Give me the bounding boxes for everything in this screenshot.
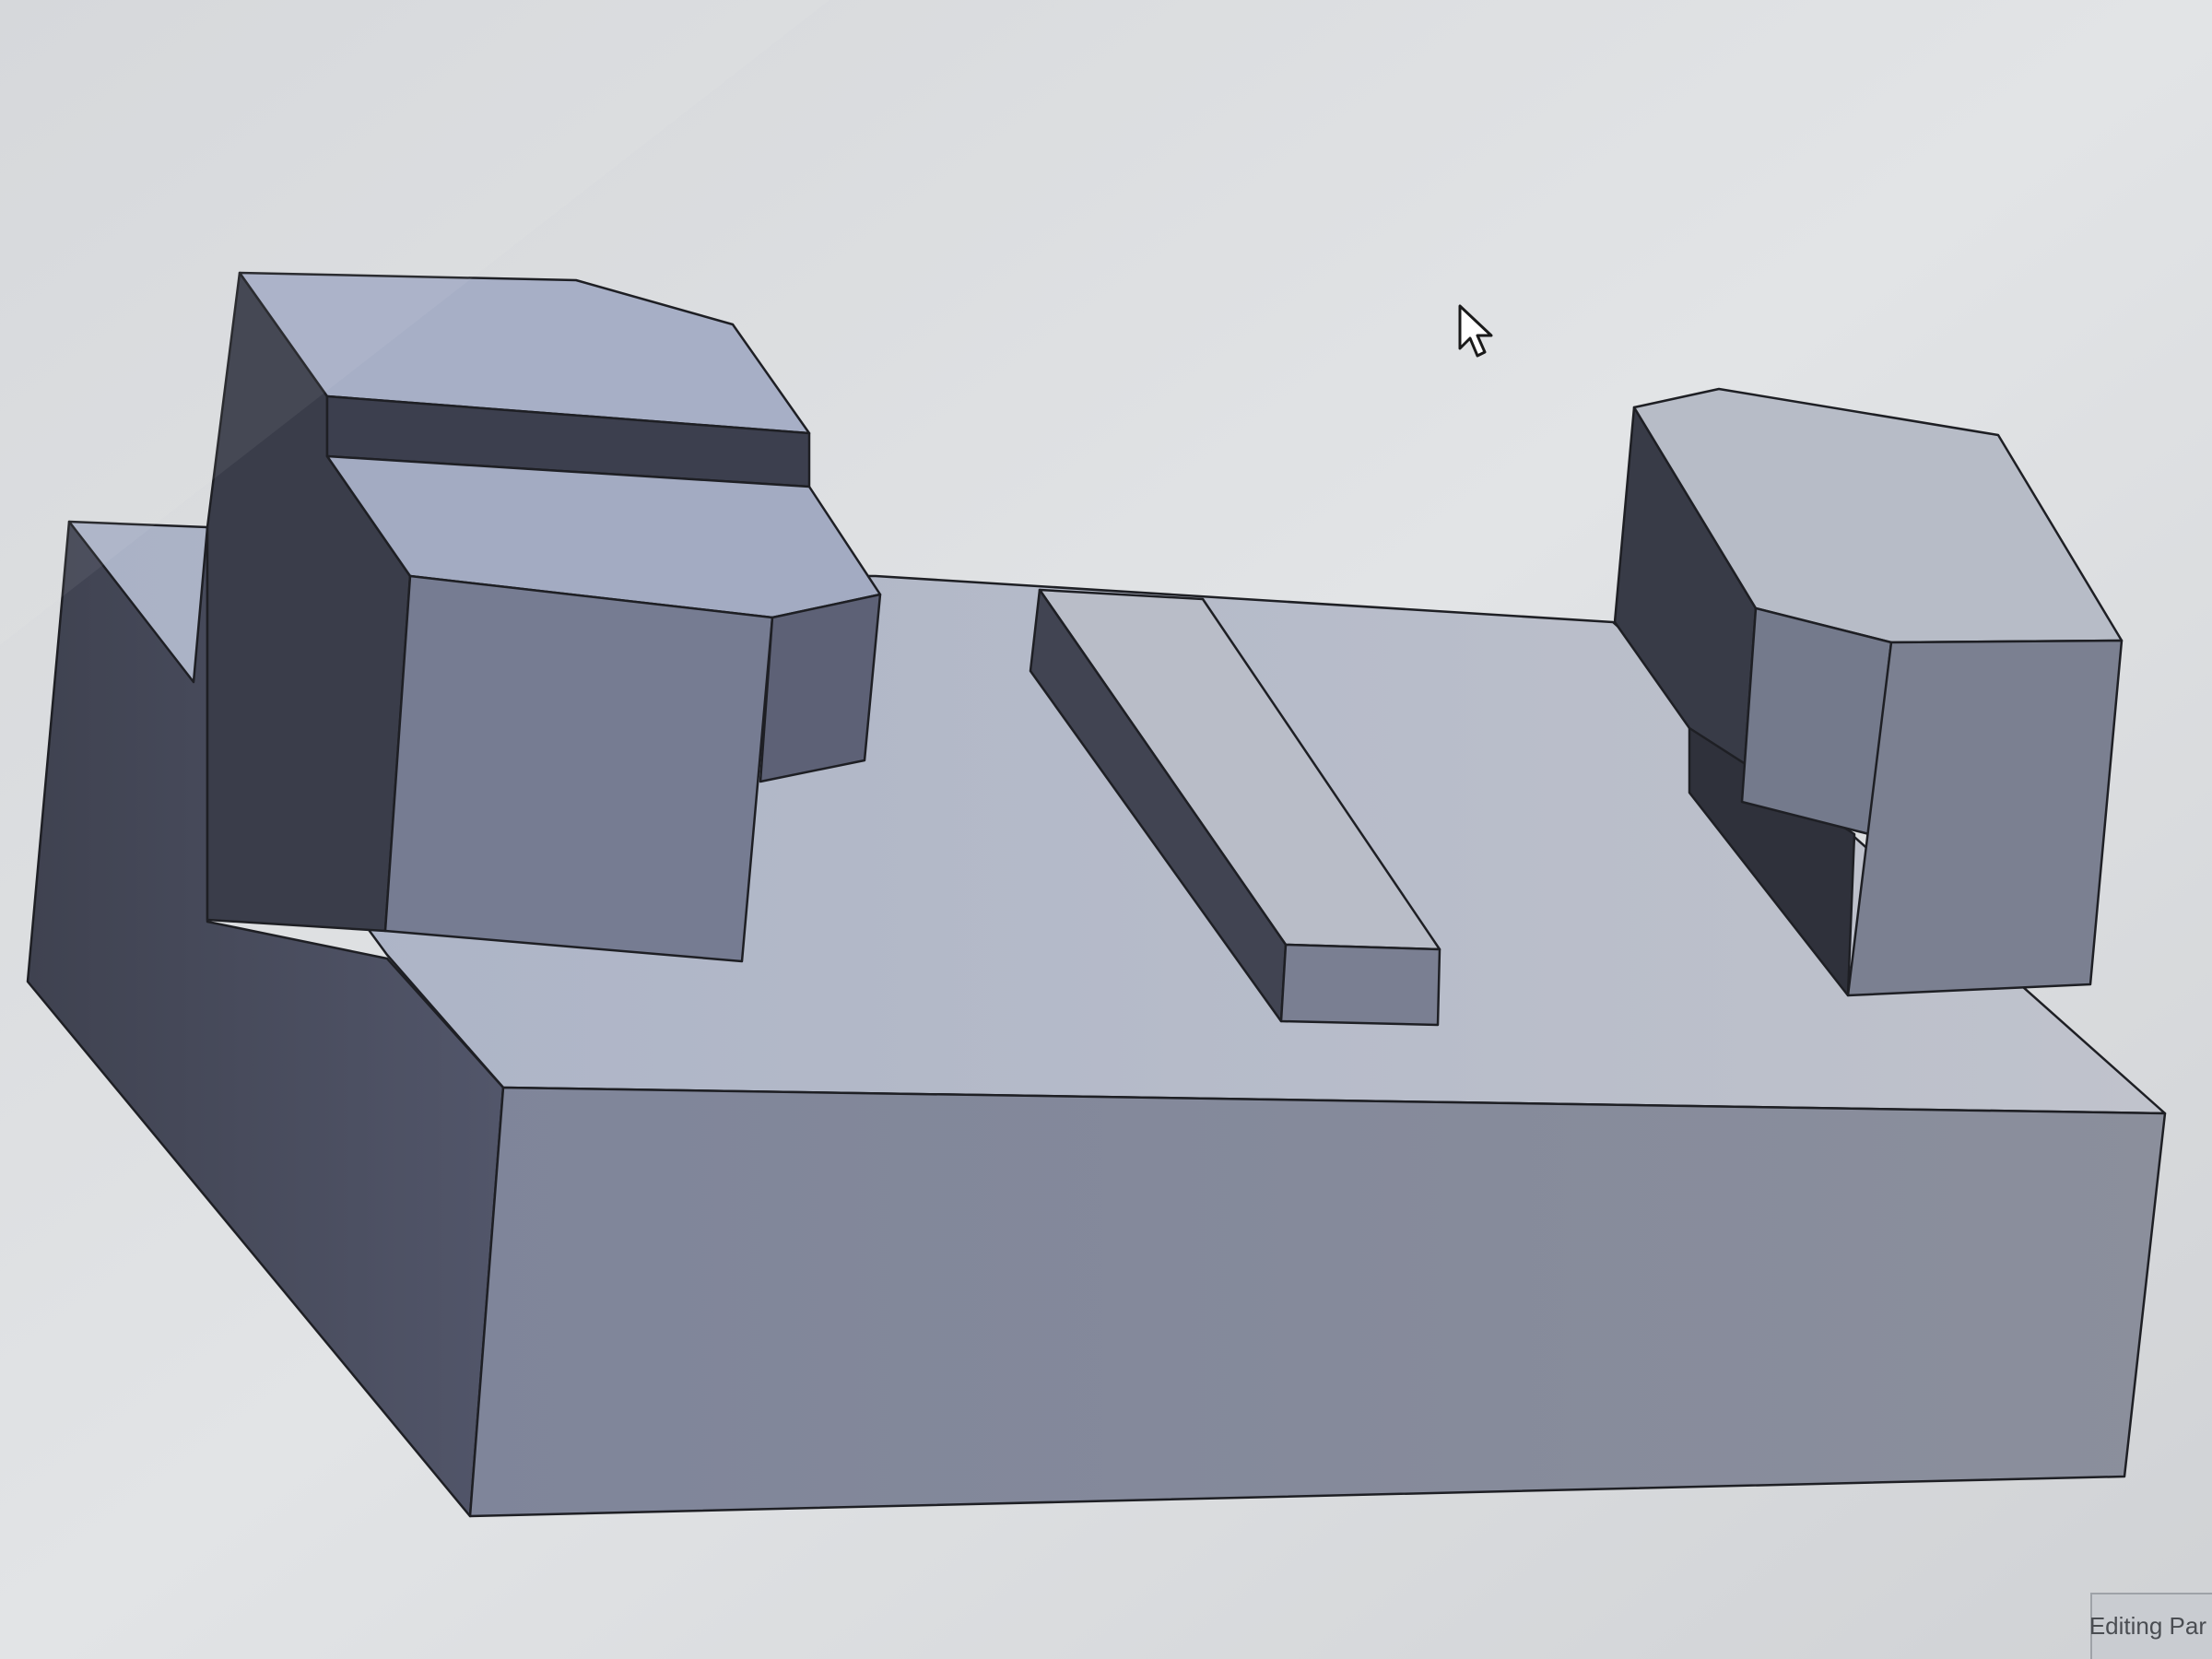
bar-end-face — [1279, 943, 1441, 1027]
cad-screen: Editing Par — [0, 0, 2212, 1659]
status-bar: Editing Par — [2088, 1593, 2212, 1659]
right-block-chamfer-face — [1740, 606, 1893, 836]
left-block-chamfer-face — [759, 593, 882, 783]
arrow-pointer-icon — [1458, 304, 1493, 358]
status-text: Editing Par — [2088, 1612, 2206, 1640]
base-front-face — [468, 1086, 2167, 1518]
right-block-front-face — [1846, 639, 2124, 997]
cad-viewport[interactable] — [0, 0, 2212, 1659]
left-block-front-face — [383, 574, 774, 963]
